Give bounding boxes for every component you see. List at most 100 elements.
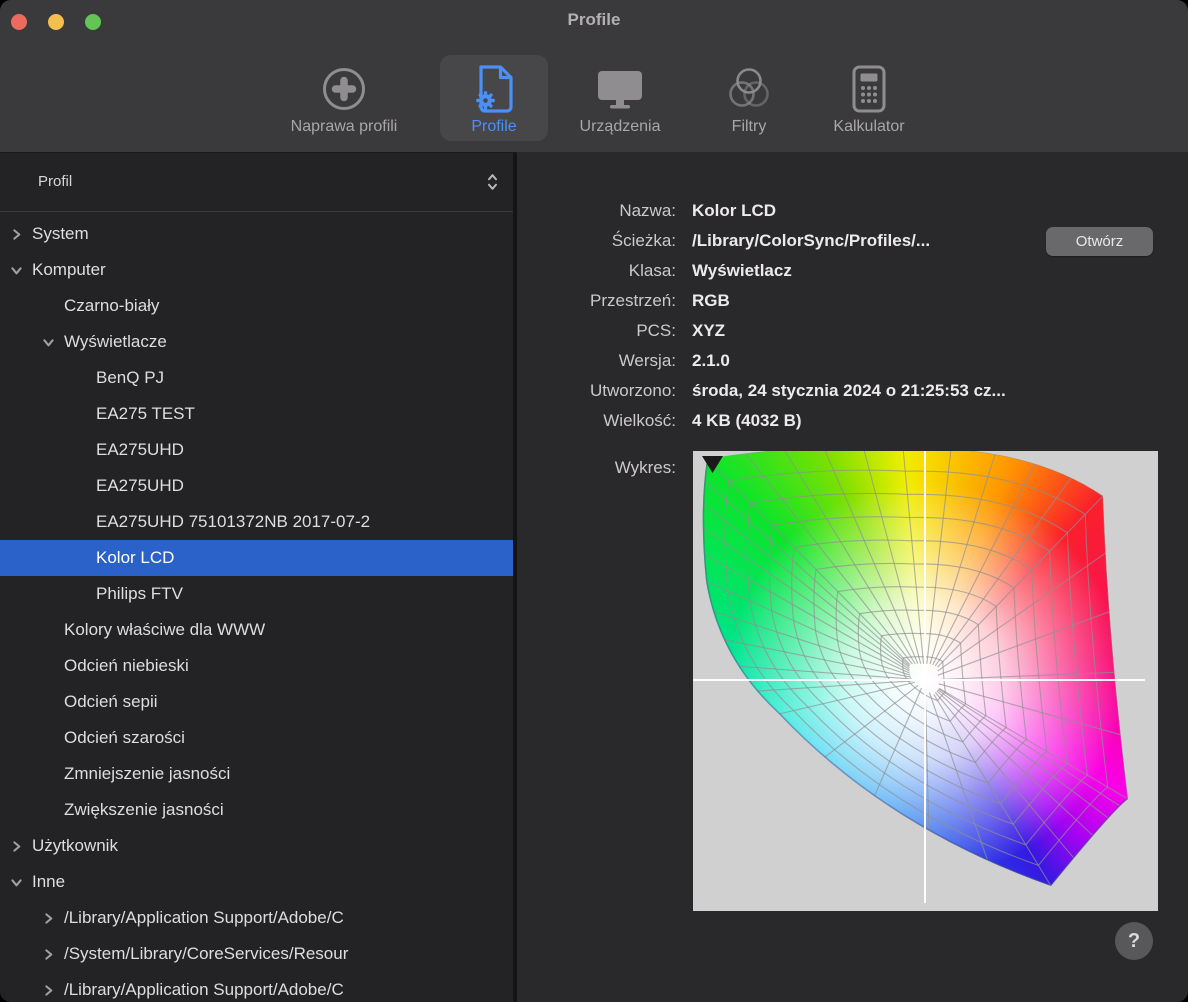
monitor-icon <box>595 62 645 116</box>
help-button[interactable]: ? <box>1115 922 1153 960</box>
overlapping-circles-icon <box>725 62 773 116</box>
tree-item[interactable]: /System/Library/CoreServices/Resour <box>0 936 513 972</box>
tree-item[interactable]: Kolor LCD <box>0 540 513 576</box>
detail-value: środa, 24 stycznia 2024 o 21:25:53 cz... <box>692 381 1006 401</box>
tree-item-label: EA275 TEST <box>0 404 195 423</box>
disclosure-chevron-icon[interactable] <box>10 228 23 241</box>
disclosure-chevron-icon[interactable] <box>10 840 23 853</box>
detail-row: Wersja: 2.1.0 <box>517 346 1188 376</box>
sidebar-header-title: Profil <box>38 153 72 211</box>
tree-item-label: Wyświetlacze <box>0 332 167 351</box>
gamut-chart[interactable] <box>693 451 1158 911</box>
detail-label: Utworzono: <box>517 381 676 401</box>
tree-item[interactable]: BenQ PJ <box>0 360 513 396</box>
tree-item-label: Philips FTV <box>0 584 183 603</box>
tree-item[interactable]: Odcień szarości <box>0 720 513 756</box>
tree-item[interactable]: Czarno-biały <box>0 288 513 324</box>
detail-row: Wielkość: 4 KB (4032 B) <box>517 406 1188 436</box>
toolbar-item-label: Filtry <box>732 118 767 136</box>
detail-row: Przestrzeń: RGB <box>517 286 1188 316</box>
open-button[interactable]: Otwórz <box>1046 227 1153 256</box>
detail-value: 4 KB (4032 B) <box>692 411 802 431</box>
tree-item[interactable]: EA275 TEST <box>0 396 513 432</box>
gamut-rim-shadow <box>703 459 1128 886</box>
disclosure-chevron-icon[interactable] <box>42 948 55 961</box>
window-title: Profile <box>0 10 1188 30</box>
toolbar-item-filters[interactable]: Filtry <box>702 55 796 141</box>
profile-tree: SystemKomputer Czarno-biały Wyświetlacze Be… <box>0 216 513 1002</box>
tree-item[interactable]: Użytkownik <box>0 828 513 864</box>
detail-row: Nazwa: Kolor LCD <box>517 196 1188 226</box>
profile-sidebar: Profil SystemKomputer Czarno-biały Wyświet… <box>0 153 513 1002</box>
detail-label: Ścieżka: <box>517 231 676 251</box>
detail-label: PCS: <box>517 321 676 341</box>
detail-label: Przestrzeń: <box>517 291 676 311</box>
tree-item[interactable]: /Library/Application Support/Adobe/C <box>0 972 513 1002</box>
detail-value: /Library/ColorSync/Profiles/... <box>692 231 930 251</box>
disclosure-chevron-icon[interactable] <box>42 912 55 925</box>
disclosure-chevron-icon[interactable] <box>42 984 55 997</box>
toolbar-item-label: Kalkulator <box>833 118 904 136</box>
gamut-chart-svg <box>693 451 1158 911</box>
tree-item[interactable]: Zwiększenie jasności <box>0 792 513 828</box>
profile-detail-pane: Nazwa: Kolor LCD Ścieżka: /Library/ColorSyn… <box>517 152 1188 1002</box>
tree-item-label: Odcień sepii <box>0 692 158 711</box>
tree-item[interactable]: Zmniejszenie jasności <box>0 756 513 792</box>
disclosure-chevron-icon[interactable] <box>42 336 55 349</box>
disclosure-chevron-icon[interactable] <box>10 264 23 277</box>
titlebar-toolbar: Profile Naprawa profili Profile Urządzenia… <box>0 0 1188 153</box>
calculator-icon <box>850 62 888 116</box>
tree-item-label: BenQ PJ <box>0 368 164 387</box>
tree-item[interactable]: Odcień niebieski <box>0 648 513 684</box>
detail-value: Wyświetlacz <box>692 261 792 281</box>
toolbar-item-label: Naprawa profili <box>291 118 398 136</box>
tree-item[interactable]: Odcień sepii <box>0 684 513 720</box>
toolbar-item-label: Profile <box>471 118 516 136</box>
tree-item-label: EA275UHD 75101372NB 2017-07-2 <box>0 512 370 531</box>
tree-item-label: Zmniejszenie jasności <box>0 764 230 783</box>
sort-chevrons-icon[interactable] <box>486 171 499 198</box>
tree-item[interactable]: EA275UHD 75101372NB 2017-07-2 <box>0 504 513 540</box>
colorsync-utility-window: Profile Naprawa profili Profile Urządzenia… <box>0 0 1188 1002</box>
tree-item[interactable]: Komputer <box>0 252 513 288</box>
toolbar-item-repair[interactable]: Naprawa profili <box>258 55 430 141</box>
detail-row: Utworzono: środa, 24 stycznia 2024 o 21:2… <box>517 376 1188 406</box>
tree-item-label: Zwiększenie jasności <box>0 800 224 819</box>
tree-item-label: Kolory właściwe dla WWW <box>0 620 265 639</box>
detail-row: PCS: XYZ <box>517 316 1188 346</box>
detail-label: Nazwa: <box>517 201 676 221</box>
tree-item[interactable]: System <box>0 216 513 252</box>
tree-item[interactable]: Philips FTV <box>0 576 513 612</box>
tree-item-label: Odcień niebieski <box>0 656 189 675</box>
toolbar-item-devices[interactable]: Urządzenia <box>556 55 684 141</box>
tree-item-label: Kolor LCD <box>0 548 174 567</box>
tree-item[interactable]: /Library/Application Support/Adobe/C <box>0 900 513 936</box>
tree-item-label: Czarno-biały <box>0 296 159 315</box>
sidebar-header: Profil <box>0 153 513 212</box>
toolbar-item-calculator[interactable]: Kalkulator <box>806 55 932 141</box>
tree-item-label: EA275UHD <box>0 440 184 459</box>
tree-item[interactable]: Inne <box>0 864 513 900</box>
detail-value: XYZ <box>692 321 725 341</box>
tree-item-label: Odcień szarości <box>0 728 185 747</box>
tree-item-label: EA275UHD <box>0 476 184 495</box>
detail-label: Klasa: <box>517 261 676 281</box>
tree-item[interactable]: Kolory właściwe dla WWW <box>0 612 513 648</box>
gamut-marker-triangle-icon <box>702 456 723 473</box>
disclosure-chevron-icon[interactable] <box>10 876 23 889</box>
tree-item[interactable]: EA275UHD <box>0 432 513 468</box>
gamut-mesh <box>703 451 1128 886</box>
toolbar-item-label: Urządzenia <box>580 118 661 136</box>
chart-label: Wykres: <box>517 458 676 478</box>
tree-item[interactable]: EA275UHD <box>0 468 513 504</box>
profile-document-icon <box>472 62 516 116</box>
toolbar-item-profiles[interactable]: Profile <box>440 55 548 141</box>
detail-row: Klasa: Wyświetlacz <box>517 256 1188 286</box>
plus-circle-icon <box>321 62 367 116</box>
detail-value: Kolor LCD <box>692 201 776 221</box>
detail-label: Wersja: <box>517 351 676 371</box>
detail-value: 2.1.0 <box>692 351 730 371</box>
tree-item[interactable]: Wyświetlacze <box>0 324 513 360</box>
detail-value: RGB <box>692 291 730 311</box>
detail-label: Wielkość: <box>517 411 676 431</box>
